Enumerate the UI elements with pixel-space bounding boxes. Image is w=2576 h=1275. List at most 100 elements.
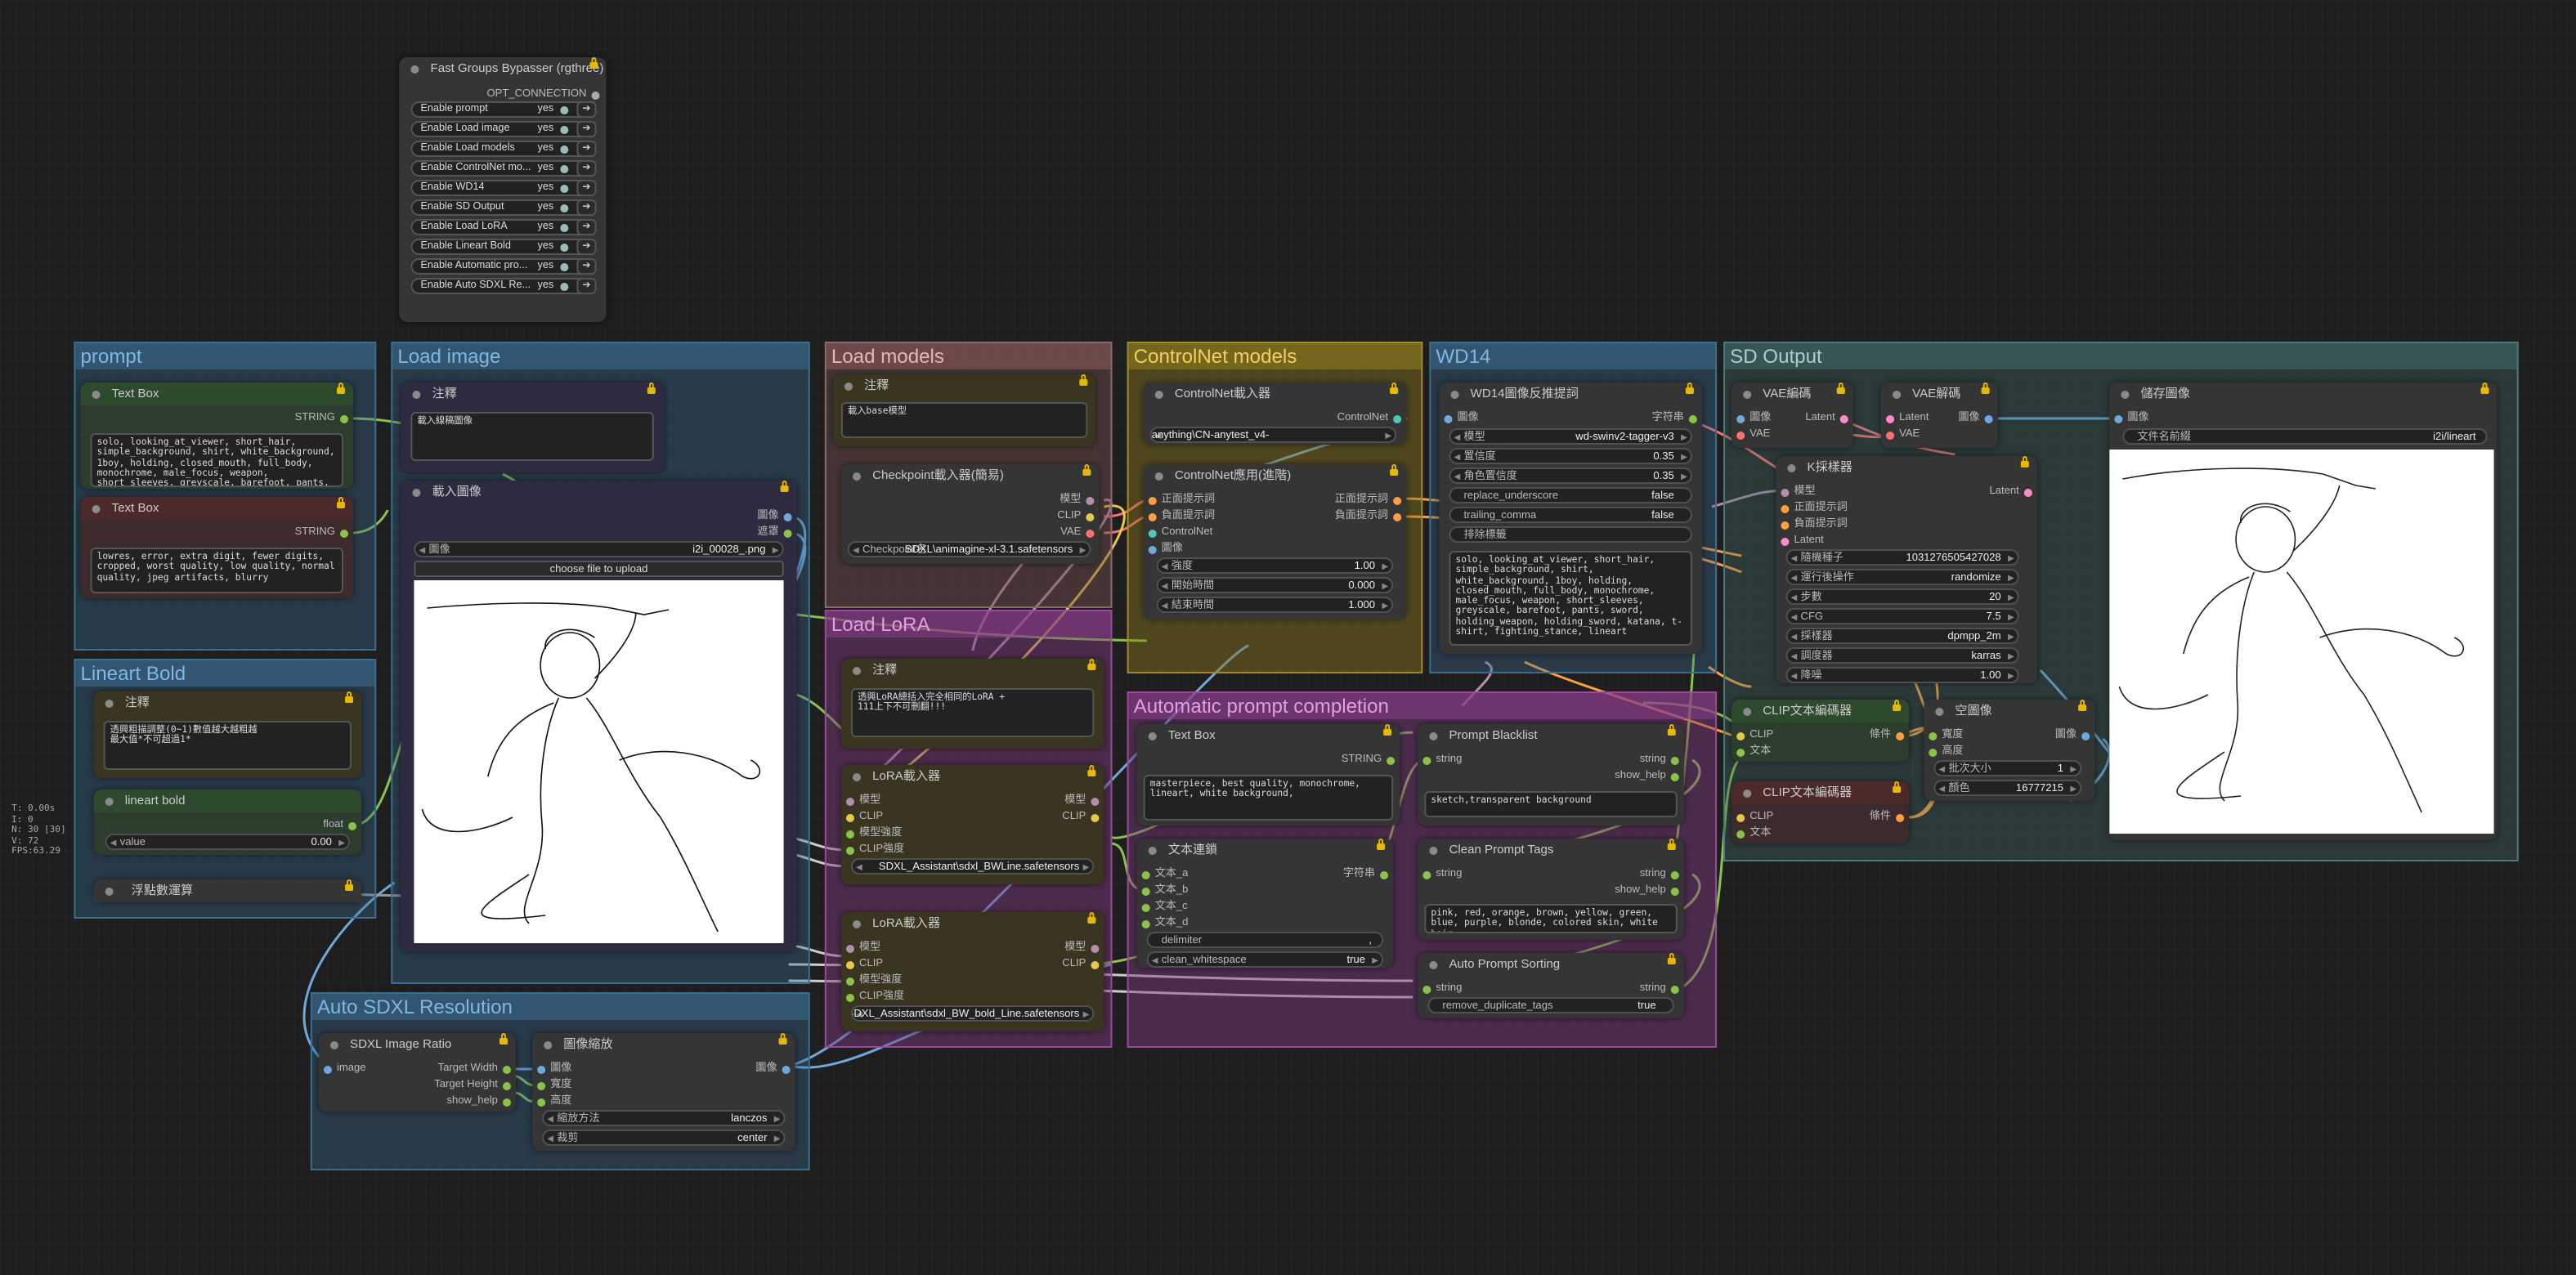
input-slot[interactable]: [1141, 887, 1150, 895]
output-slot[interactable]: [1091, 813, 1100, 821]
note-text[interactable]: 載入線稿圖像: [410, 412, 654, 461]
input-slot[interactable]: [1736, 431, 1745, 439]
output-slot[interactable]: [1670, 887, 1679, 895]
output-slot[interactable]: [1839, 414, 1848, 423]
strength-widget[interactable]: ◀ 強度 1.00 ▶: [1156, 557, 1394, 574]
bypass-toggle-row[interactable]: Enable Auto SDXL Re... yes ➔: [410, 278, 597, 294]
input-slot[interactable]: [1141, 903, 1150, 911]
input-slot[interactable]: [845, 846, 854, 854]
input-slot[interactable]: [1736, 748, 1745, 756]
remove-duplicate-tags-toggle[interactable]: remove_duplicate_tags true: [1427, 997, 1674, 1013]
empty-image-node[interactable]: 空圖像 寬度 高度 圖像 ◀ 批次大小 1 ▶ ◀ 顏色 16777215 ▶: [1924, 700, 2095, 801]
bypass-toggle-row[interactable]: Enable Load models yes ➔: [410, 141, 597, 157]
ksampler-widget[interactable]: ◀ CFG 7.5 ▶: [1785, 608, 2019, 624]
ksampler-widget[interactable]: ◀ 運行後操作 randomize ▶: [1785, 569, 2019, 585]
input-slot[interactable]: [1422, 870, 1431, 879]
input-slot[interactable]: [845, 993, 854, 1001]
output-slot[interactable]: [1896, 813, 1905, 821]
controlnet-loader-node[interactable]: ControlNet載入器 ControlNet ◀ anything\CN-an…: [1143, 382, 1407, 445]
input-slot[interactable]: [1886, 431, 1895, 439]
output-slot[interactable]: [2081, 731, 2090, 740]
input-slot[interactable]: [1148, 496, 1157, 504]
output-slot[interactable]: [1393, 512, 1402, 521]
input-slot[interactable]: [845, 944, 854, 952]
bypass-toggle-row[interactable]: Enable Load image yes ➔: [410, 121, 597, 137]
text-box-positive[interactable]: Text Box STRING solo, looking_at_viewer,…: [80, 382, 354, 489]
navigate-arrow-icon[interactable]: ➔: [576, 101, 597, 118]
toggle-knob[interactable]: [560, 145, 569, 153]
clean-tags-text[interactable]: pink, red, orange, brown, yellow, green,…: [1424, 904, 1678, 933]
upload-button[interactable]: choose file to upload: [414, 561, 784, 577]
text-area[interactable]: solo, looking_at_viewer, short_hair, sim…: [90, 433, 344, 487]
output-slot[interactable]: [1984, 414, 1993, 423]
output-slot[interactable]: [1380, 870, 1389, 879]
output-slot[interactable]: [1086, 496, 1095, 504]
toggle-knob[interactable]: [560, 262, 569, 271]
input-slot[interactable]: [845, 830, 854, 838]
input-slot[interactable]: [1929, 731, 1938, 740]
trailing-comma-toggle[interactable]: trailing_comma false: [1449, 507, 1692, 523]
output-slot[interactable]: [502, 1081, 511, 1089]
input-slot[interactable]: [845, 797, 854, 805]
navigate-arrow-icon[interactable]: ➔: [576, 239, 597, 255]
vae-encode-node[interactable]: VAE編碼 圖像 VAE Latent: [1732, 382, 1853, 448]
output-slot[interactable]: [502, 1065, 511, 1073]
sdxl-image-ratio-node[interactable]: SDXL Image Ratio image Target Width Targ…: [318, 1033, 517, 1112]
toggle-knob[interactable]: [560, 184, 569, 192]
image-select-widget[interactable]: ◀ 圖像 i2i_00028_.png ▶: [414, 541, 784, 557]
crop-widget[interactable]: ◀ 裁剪 center ▶: [542, 1130, 786, 1146]
ksampler-widget[interactable]: ◀ 採樣器 dpmpp_2m ▶: [1785, 628, 2019, 644]
input-slot[interactable]: [845, 977, 854, 985]
text-box-negative[interactable]: Text Box STRING lowres, error, extra dig…: [80, 497, 354, 598]
note-node[interactable]: 注釋 透興粗描調整(0~1)數值越大越粗越 最大值*不可超過1*: [93, 691, 362, 778]
output-slot[interactable]: [782, 1065, 791, 1073]
navigate-arrow-icon[interactable]: ➔: [576, 141, 597, 157]
note-text[interactable]: 透興LoRA總括入完全相同的LoRA + 111上下不可刪翻!!!: [850, 688, 1095, 737]
input-slot[interactable]: [845, 960, 854, 969]
model-widget[interactable]: ◀ 模型 wd-swinv2-tagger-v3 ▶: [1449, 428, 1692, 445]
input-slot[interactable]: [1886, 414, 1895, 423]
output-slot[interactable]: [1086, 529, 1095, 537]
toggle-knob[interactable]: [560, 223, 569, 231]
input-slot[interactable]: [1148, 529, 1157, 537]
output-slot[interactable]: [339, 529, 349, 537]
input-slot[interactable]: [537, 1081, 546, 1089]
output-slot[interactable]: [1091, 797, 1100, 805]
output-slot[interactable]: [1393, 496, 1402, 504]
controlnet-model-widget[interactable]: ◀anything\CN-anytest_v4-marged_am_dim256…: [1149, 427, 1397, 443]
bypass-toggle-row[interactable]: Enable WD14 yes ➔: [410, 180, 597, 196]
input-slot[interactable]: [1422, 985, 1431, 993]
float-operation-node[interactable]: 浮點數運算: [93, 879, 362, 902]
bypass-toggle-row[interactable]: Enable Load LoRA yes ➔: [410, 219, 597, 235]
checkpoint-widget[interactable]: ◀ Checkpoint名 SDXL\animagine-xl-3.1.safete…: [847, 541, 1091, 557]
node-graph-canvas[interactable]: Fast Groups Bypasser (rgthree) OPT_CONNE…: [0, 0, 2576, 1275]
output-slot[interactable]: [591, 91, 600, 99]
ksampler-widget[interactable]: ◀ 步數 20 ▶: [1785, 588, 2019, 605]
output-slot[interactable]: [1393, 414, 1402, 423]
bypass-toggle-row[interactable]: Enable ControlNet mo... yes ➔: [410, 160, 597, 177]
toggle-knob[interactable]: [560, 282, 569, 290]
toggle-knob[interactable]: [560, 243, 569, 251]
navigate-arrow-icon[interactable]: ➔: [576, 199, 597, 216]
output-slot[interactable]: [783, 512, 792, 521]
output-slot[interactable]: [1670, 756, 1679, 764]
input-slot[interactable]: [323, 1065, 332, 1073]
bypass-toggle-row[interactable]: Enable prompt yes ➔: [410, 101, 597, 118]
input-slot[interactable]: [537, 1065, 546, 1073]
output-slot[interactable]: [339, 414, 349, 423]
navigate-arrow-icon[interactable]: ➔: [576, 258, 597, 275]
fast-groups-bypasser-node[interactable]: Fast Groups Bypasser (rgthree) OPT_CONNE…: [399, 57, 607, 322]
save-image-node[interactable]: 儲存圖像 圖像 文件名前綴 i2i/lineart: [2109, 382, 2498, 840]
navigate-arrow-icon[interactable]: ➔: [576, 219, 597, 235]
toggle-knob[interactable]: [560, 125, 569, 133]
threshold-widget[interactable]: ◀ 置信度 0.35 ▶: [1449, 448, 1692, 464]
input-slot[interactable]: [1422, 756, 1431, 764]
text-area[interactable]: masterpiece, best quality, monochrome, l…: [1143, 775, 1394, 821]
output-slot[interactable]: [1091, 944, 1100, 952]
vae-decode-node[interactable]: VAE解碼 Latent VAE 圖像: [1880, 382, 1998, 448]
lora-loader-node-1[interactable]: LoRA載入器 模型 CLIP 模型強度 CLIP強度 模型 CLIP ◀ SDX…: [840, 765, 1104, 884]
navigate-arrow-icon[interactable]: ➔: [576, 160, 597, 177]
note-node[interactable]: 注釋 載入base模型: [832, 374, 1096, 446]
lora-name-widget[interactable]: ◀ SDXL_Assistant\sdxl_BW_bold_Line.safete…: [850, 1005, 1095, 1022]
output-slot[interactable]: [1896, 731, 1905, 740]
